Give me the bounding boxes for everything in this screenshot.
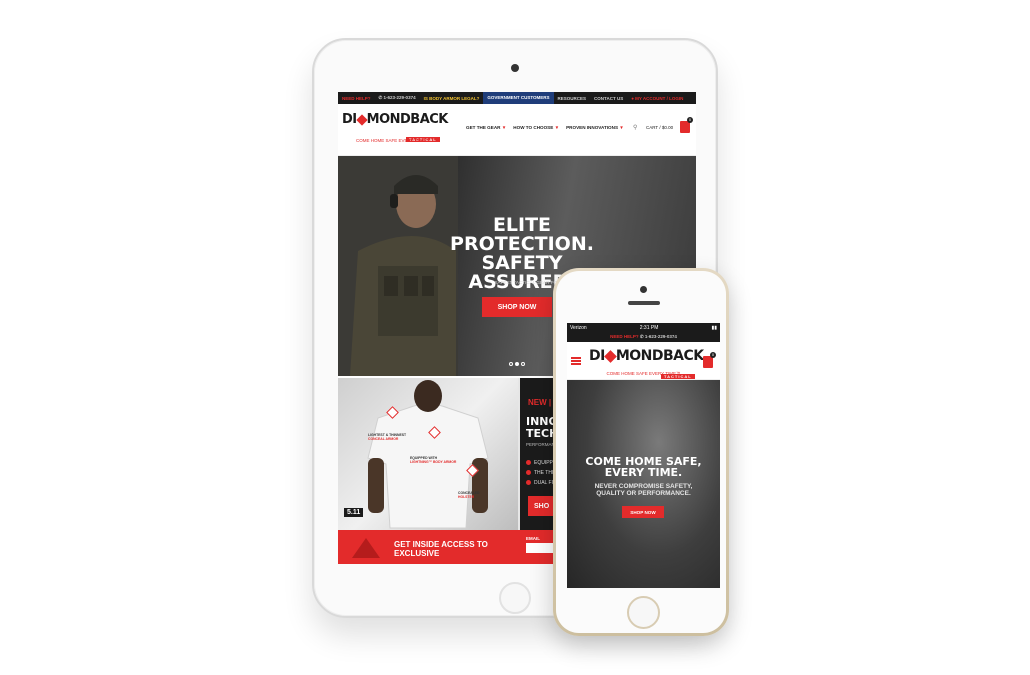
hamburger-menu-icon[interactable] (571, 357, 581, 365)
callout-equipped: EQUIPPED WITH LIGHTNING™ BODY ARMOR (410, 456, 456, 464)
shirt-image: LIGHTEST & THINNEST CONCEAL ARMOR EQUIPPE… (338, 378, 518, 530)
chevron-down-icon: ▼ (554, 125, 560, 130)
site-header: DI MONDBACK TACTICAL COME HOME SAFE EVER… (338, 104, 696, 156)
email-label: EMAIL (526, 536, 540, 541)
phone-number: 1-623-229-0374 (383, 95, 416, 100)
signup-text-line: EXCLUSIVE (394, 549, 440, 558)
cart-count-badge: 0 (710, 352, 716, 358)
carrier-label: Verizon (570, 324, 587, 331)
tablet-home-button[interactable] (499, 582, 531, 614)
shop-now-button[interactable]: SHOP NOW (622, 506, 664, 518)
logo-part-post: MONDBACK (366, 112, 449, 127)
resources-link[interactable]: RESOURCES (554, 96, 591, 101)
shop-now-button[interactable]: SHOP NOW (482, 297, 552, 317)
search-icon[interactable]: ⚲ (633, 124, 637, 131)
status-bar: Verizon 2:31 PM ▮▮ (567, 323, 720, 332)
partner-logo: 5.11 (344, 508, 364, 517)
body-armor-legal-link[interactable]: IS BODY ARMOR LEGAL? (420, 96, 484, 101)
account-link[interactable]: ● MY ACCOUNT / LOGIN (627, 96, 687, 101)
shirt-model-illustration (367, 380, 489, 529)
tagline: COME HOME SAFE EVERY TIME™ (606, 371, 681, 376)
callout-detail: HOLSTER (458, 495, 475, 499)
phone-camera (640, 286, 647, 293)
nav-proven-innovations[interactable]: PROVEN INNOVATIONS ▼ (566, 125, 624, 130)
nav-get-the-gear[interactable]: GET THE GEAR ▼ (466, 125, 506, 130)
callout-lightest: LIGHTEST & THINNEST CONCEAL ARMOR (368, 433, 406, 441)
nav-label: GET THE GEAR (466, 125, 501, 130)
contact-us-link[interactable]: CONTACT US (590, 96, 627, 101)
callout-detail: CONCEAL ARMOR (368, 437, 399, 441)
phone-speaker (628, 301, 660, 305)
tagline: COME HOME SAFE EVERY TIME™ (356, 138, 431, 143)
tablet-camera (511, 64, 519, 72)
carousel-dots (509, 362, 525, 366)
hero-subtitle-line: QUALITY OR PERFORMANCE. (596, 490, 691, 497)
utility-bar: NEED HELP? ✆ 1-623-229-0374 IS BODY ARMO… (338, 92, 696, 104)
signup-text-line: GET INSIDE ACCESS TO (394, 540, 488, 549)
time-label: 2:31 PM (639, 324, 659, 331)
phone-link[interactable]: ✆ 1-623-229-0374 (375, 95, 420, 101)
mobile-header: DI MONDBACK TACTICAL COME HOME SAFE EVER… (567, 342, 720, 380)
cart-link[interactable]: CART / $0.00 (646, 125, 673, 130)
logo-part-post: MONDBACK (615, 348, 704, 364)
callout-concealed: CONCEALED HOLSTER (458, 491, 479, 499)
logo-part-pre: DI (589, 348, 605, 364)
nav-label: HOW TO CHOOSE (513, 125, 554, 130)
cart-count-badge: 0 (687, 117, 693, 123)
carousel-dot[interactable] (521, 362, 525, 366)
account-label: MY ACCOUNT / LOGIN (635, 95, 684, 101)
mobile-hero: COME HOME SAFE, EVERY TIME. NEVER COMPRO… (567, 380, 720, 588)
callout-detail: LIGHTNING™ BODY ARMOR (410, 460, 457, 464)
need-help-label: NEED HELP? (342, 95, 371, 101)
logo-diamond-icon (603, 349, 617, 363)
performance-text: PERFORMAN (526, 442, 555, 447)
phone-device: Verizon 2:31 PM ▮▮ NEED HELP? ✆ 1-623-22… (553, 268, 729, 636)
hero-title: COME HOME SAFE, EVERY TIME. (567, 456, 720, 478)
carousel-dot[interactable] (509, 362, 513, 366)
main-nav: GET THE GEAR ▼ HOW TO CHOOSE ▼ PROVEN IN… (466, 125, 624, 130)
phone-screen: Verizon 2:31 PM ▮▮ NEED HELP? ✆ 1-623-22… (567, 323, 720, 588)
hero-title-line: EVERY TIME. (604, 466, 683, 479)
new-tag: NEW | (528, 398, 552, 407)
hero-subtitle: NEVER COMPROMISE SAFETY, QUALITY OR PERF… (567, 483, 720, 497)
help-bar: NEED HELP? ✆ 1-623-229-0374 (567, 332, 720, 342)
site-logo[interactable]: DI MONDBACK TACTICAL (589, 347, 704, 383)
hero-subtitle-line: NEVER COMPROMISE SAFETY, (594, 483, 693, 490)
battery-icon: ▮▮ (711, 324, 717, 331)
government-customers-link[interactable]: GOVERNMENT CUSTOMERS (483, 92, 554, 104)
phone-link[interactable]: ✆ 1-623-229-0374 (640, 334, 677, 339)
logo-wordmark: DI MONDBACK (589, 348, 704, 364)
nav-label: PROVEN INNOVATIONS (566, 125, 619, 130)
nav-how-to-choose[interactable]: HOW TO CHOOSE ▼ (513, 125, 559, 130)
phone-home-button[interactable] (627, 596, 660, 629)
signup-text: GET INSIDE ACCESS TO EXCLUSIVE (394, 540, 488, 558)
logo-wordmark: DI MONDBACK (342, 112, 448, 127)
triangle-decoration-icon (352, 538, 380, 558)
phone-face: Verizon 2:31 PM ▮▮ NEED HELP? ✆ 1-623-22… (556, 271, 726, 633)
logo-diamond-icon (355, 113, 368, 126)
logo-part-pre: DI (342, 112, 357, 127)
need-help-label: NEED HELP? (610, 334, 639, 339)
carousel-dot-active[interactable] (515, 362, 519, 366)
chevron-down-icon: ▼ (501, 125, 507, 130)
chevron-down-icon: ▼ (619, 125, 624, 130)
phone-number: 1-623-229-0374 (644, 334, 677, 339)
